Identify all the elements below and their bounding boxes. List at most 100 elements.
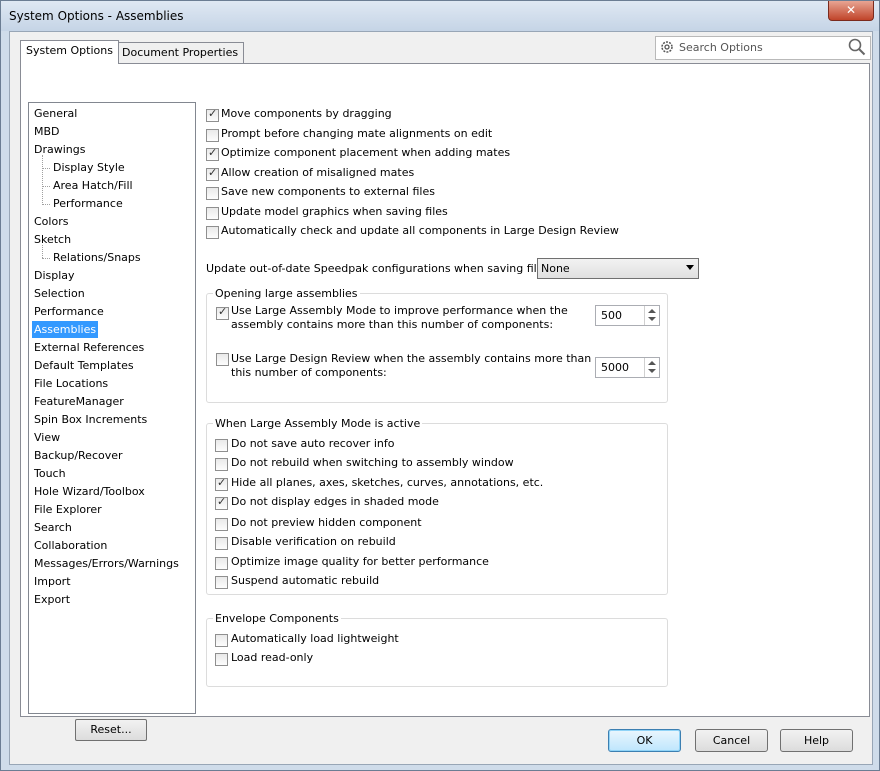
lam-option-checkbox[interactable] bbox=[215, 576, 228, 589]
tab-system-options[interactable]: System Options bbox=[20, 40, 119, 64]
help-button[interactable]: Help bbox=[780, 729, 853, 752]
ldr-threshold-spinner[interactable]: 5000 bbox=[595, 357, 660, 378]
lam-option-checkbox[interactable] bbox=[215, 495, 228, 510]
tree-item-export[interactable]: Export bbox=[34, 591, 70, 608]
option-checkbox[interactable] bbox=[206, 187, 219, 200]
speedpak-select[interactable]: None bbox=[537, 258, 699, 279]
system-options-window: System Options - Assemblies ✕ System Opt… bbox=[0, 0, 880, 771]
option-checkbox[interactable] bbox=[206, 207, 219, 220]
search-icon[interactable] bbox=[848, 38, 866, 56]
system-options-panel: General MBD Drawings Display Style Area Hatc… bbox=[20, 63, 870, 741]
tree-item-display-style[interactable]: Display Style bbox=[53, 159, 125, 176]
option-label: Automatically check and update all compo… bbox=[221, 224, 619, 237]
lam-option-label: Do not preview hidden component bbox=[231, 516, 422, 529]
option-label: Prompt before changing mate alignments o… bbox=[221, 127, 493, 140]
opening-group-title: Opening large assemblies bbox=[213, 287, 360, 300]
tree-item-selection[interactable]: Selection bbox=[34, 285, 85, 302]
tree-item-performance[interactable]: Performance bbox=[34, 303, 104, 320]
option-checkbox[interactable] bbox=[206, 107, 219, 122]
envelope-group-title: Envelope Components bbox=[213, 612, 341, 625]
tab-document-properties[interactable]: Document Properties bbox=[116, 42, 245, 63]
ok-button[interactable]: OK bbox=[608, 729, 681, 752]
cancel-button[interactable]: Cancel bbox=[695, 729, 768, 752]
option-label: Allow creation of misaligned mates bbox=[221, 166, 415, 179]
tree-connector bbox=[42, 245, 43, 258]
spin-down-icon[interactable] bbox=[648, 369, 656, 373]
lam-active-group-title: When Large Assembly Mode is active bbox=[213, 417, 423, 430]
lam-option-checkbox[interactable] bbox=[215, 458, 228, 471]
options-tree[interactable]: General MBD Drawings Display Style Area Hatc… bbox=[28, 102, 196, 714]
close-button[interactable]: ✕ bbox=[828, 1, 874, 21]
tree-item-search[interactable]: Search bbox=[34, 519, 72, 536]
lam-option-label: Optimize image quality for better perfor… bbox=[231, 555, 489, 568]
tree-item-touch[interactable]: Touch bbox=[34, 465, 66, 482]
option-label: Update model graphics when saving files bbox=[221, 205, 448, 218]
tree-item-display[interactable]: Display bbox=[34, 267, 75, 284]
option-checkbox[interactable] bbox=[206, 129, 219, 142]
tree-item-hole-wizard-toolbox[interactable]: Hole Wizard/Toolbox bbox=[34, 483, 145, 500]
option-checkbox[interactable] bbox=[206, 226, 219, 239]
lam-option-label: Disable verification on rebuild bbox=[231, 535, 396, 548]
lam-label-line2: assembly contains more than this number … bbox=[231, 318, 554, 331]
title-bar[interactable]: System Options - Assemblies ✕ bbox=[1, 1, 879, 31]
tree-item-mbd[interactable]: MBD bbox=[34, 123, 60, 140]
lam-option-checkbox[interactable] bbox=[215, 439, 228, 452]
spin-down-icon[interactable] bbox=[648, 317, 656, 321]
option-checkbox[interactable] bbox=[206, 146, 219, 161]
tree-item-backup-recover[interactable]: Backup/Recover bbox=[34, 447, 123, 464]
chevron-down-icon bbox=[686, 265, 694, 270]
lam-option-checkbox[interactable] bbox=[215, 537, 228, 550]
option-checkbox[interactable] bbox=[206, 166, 219, 181]
tree-item-file-explorer[interactable]: File Explorer bbox=[34, 501, 102, 518]
ldr-checkbox[interactable] bbox=[216, 353, 229, 366]
tree-item-relations-snaps[interactable]: Relations/Snaps bbox=[53, 249, 141, 266]
option-label: Save new components to external files bbox=[221, 185, 435, 198]
tree-item-collaboration[interactable]: Collaboration bbox=[34, 537, 107, 554]
gear-icon[interactable] bbox=[659, 39, 675, 55]
envelope-option-checkbox[interactable] bbox=[215, 653, 228, 666]
spin-buttons[interactable] bbox=[644, 358, 659, 377]
option-label: Move components by dragging bbox=[221, 107, 392, 120]
tree-item-default-templates[interactable]: Default Templates bbox=[34, 357, 134, 374]
lam-label-line1: Use Large Assembly Mode to improve perfo… bbox=[231, 304, 568, 317]
tree-item-colors[interactable]: Colors bbox=[34, 213, 68, 230]
ldr-label-line1: Use Large Design Review when the assembl… bbox=[231, 352, 592, 365]
tree-item-import[interactable]: Import bbox=[34, 573, 71, 590]
spin-up-icon[interactable] bbox=[648, 309, 656, 313]
spin-up-icon[interactable] bbox=[648, 361, 656, 365]
ldr-threshold-value: 5000 bbox=[601, 361, 629, 374]
tree-item-general[interactable]: General bbox=[34, 105, 77, 122]
lam-option-label: Hide all planes, axes, sketches, curves,… bbox=[231, 476, 544, 489]
tree-connector bbox=[42, 155, 43, 203]
lam-option-checkbox[interactable] bbox=[215, 557, 228, 570]
ldr-label-line2: this number of components: bbox=[231, 366, 387, 379]
tree-item-view[interactable]: View bbox=[34, 429, 60, 446]
tree-item-assemblies[interactable]: Assemblies bbox=[32, 321, 99, 338]
dialog-client: System Options Document Properties Searc… bbox=[9, 31, 873, 765]
search-box[interactable]: Search Options bbox=[655, 36, 871, 60]
tree-item-file-locations[interactable]: File Locations bbox=[34, 375, 108, 392]
tree-item-featuremanager[interactable]: FeatureManager bbox=[34, 393, 124, 410]
envelope-option-checkbox[interactable] bbox=[215, 634, 228, 647]
lam-checkbox[interactable] bbox=[216, 305, 229, 320]
tree-item-messages-errors-warnings[interactable]: Messages/Errors/Warnings bbox=[34, 555, 179, 572]
lam-option-label: Do not save auto recover info bbox=[231, 437, 395, 450]
spin-buttons[interactable] bbox=[644, 306, 659, 325]
speedpak-label: Update out-of-date Speedpak configuratio… bbox=[206, 262, 553, 275]
lam-threshold-spinner[interactable]: 500 bbox=[595, 305, 660, 326]
tree-item-performance[interactable]: Performance bbox=[53, 195, 123, 212]
lam-option-checkbox[interactable] bbox=[215, 476, 228, 491]
lam-option-checkbox[interactable] bbox=[215, 518, 228, 531]
reset-button[interactable]: Reset... bbox=[75, 719, 147, 741]
tree-item-area-hatch-fill[interactable]: Area Hatch/Fill bbox=[53, 177, 133, 194]
search-input[interactable]: Search Options bbox=[679, 41, 763, 54]
speedpak-selected-value: None bbox=[541, 262, 570, 275]
tree-item-sketch[interactable]: Sketch bbox=[34, 231, 71, 248]
option-label: Optimize component placement when adding… bbox=[221, 146, 511, 159]
window-title: System Options - Assemblies bbox=[9, 9, 184, 23]
envelope-option-label: Load read-only bbox=[231, 651, 314, 664]
tree-item-spin-box-increments[interactable]: Spin Box Increments bbox=[34, 411, 147, 428]
lam-threshold-value: 500 bbox=[601, 309, 622, 322]
tree-item-external-references[interactable]: External References bbox=[34, 339, 144, 356]
tree-connector bbox=[42, 204, 50, 205]
